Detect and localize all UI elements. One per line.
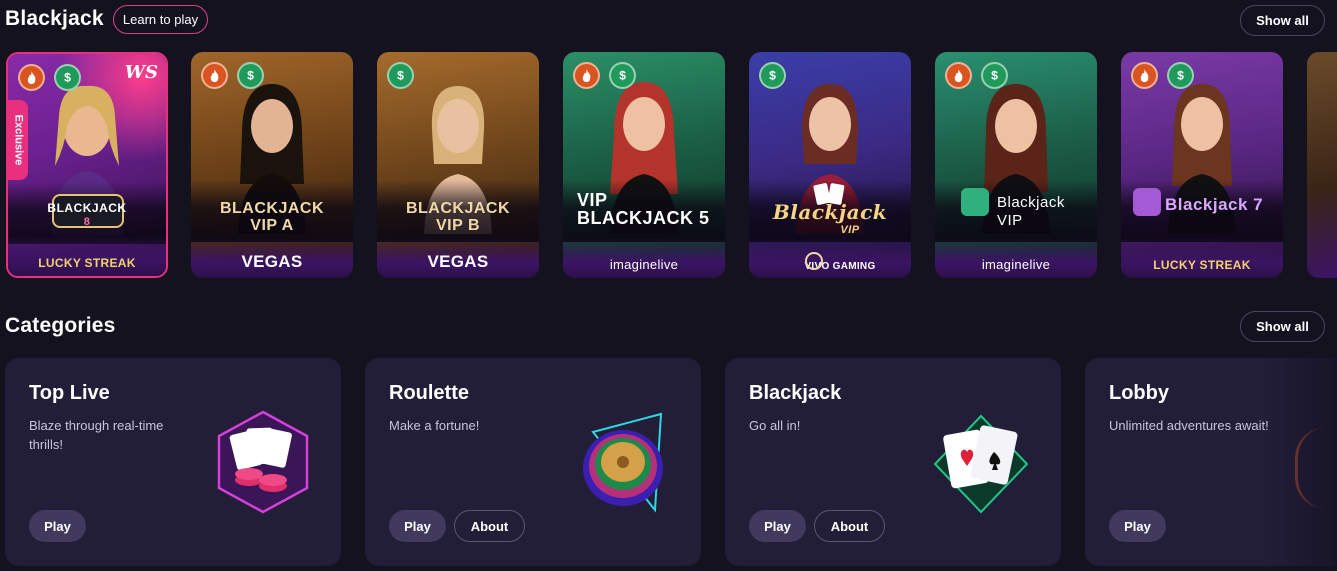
cards-and-chips-icon (217, 410, 309, 514)
about-button[interactable]: About (454, 510, 525, 542)
dollar-icon: $ (54, 64, 81, 91)
game-title: BLACKJACK (219, 200, 325, 217)
game-logo-icon (1133, 188, 1161, 216)
svg-text:$: $ (1177, 69, 1184, 83)
svg-text:$: $ (991, 69, 998, 83)
category-title: Lobby (1109, 382, 1169, 404)
category-description: Go all in! (749, 418, 801, 433)
category-description: Make a fortune! (389, 418, 480, 433)
game-card-partial[interactable] (1307, 52, 1337, 278)
game-title-sub: VIP A (250, 217, 294, 234)
game-card[interactable]: $ BLACKJACK VIP B VEGAS (377, 52, 539, 278)
fire-icon (18, 64, 45, 91)
category-card-top-live[interactable]: Top Live Blaze through real-time thrills… (5, 358, 341, 566)
game-card[interactable]: $ Blackjack VIP VIVO GAMING (749, 52, 911, 278)
category-title: Roulette (389, 382, 469, 404)
category-description: Blaze through real-time thrills! (29, 418, 164, 452)
svg-text:$: $ (247, 69, 254, 83)
playing-cards-icon (933, 414, 1029, 514)
dollar-icon: $ (237, 62, 264, 89)
play-button[interactable]: Play (29, 510, 86, 542)
provider-label: imaginelive (609, 257, 679, 272)
category-card-blackjack[interactable]: Blackjack Go all in! Play About (725, 358, 1061, 566)
category-card-lobby[interactable]: Lobby Unlimited adventures await! Play (1085, 358, 1337, 566)
game-card[interactable]: $ BLACKJACK VIP A VEGAS (191, 52, 353, 278)
provider-label: VEGAS (427, 252, 489, 271)
game-card[interactable]: $ Blackjack VIP imaginelive (935, 52, 1097, 278)
roulette-wheel-icon (583, 412, 663, 513)
game-title: VIP (577, 190, 608, 210)
categories-show-all-button[interactable]: Show all (1240, 311, 1325, 342)
category-card-roulette[interactable]: Roulette Make a fortune! Play About (365, 358, 701, 566)
fire-icon (945, 62, 972, 89)
game-title-sub: VIP (840, 224, 860, 236)
vivo-logo-icon (805, 252, 823, 270)
provider-label: imaginelive (981, 257, 1051, 272)
play-button[interactable]: Play (1109, 510, 1166, 542)
game-title: Blackjack 7 (1165, 195, 1264, 214)
game-carousel: Exclusive WS $ BLACKJACK 8 LUCKY STREAK … (0, 52, 1337, 278)
learn-to-play-button[interactable]: Learn to play (113, 5, 208, 34)
game-title-sub: 8 (83, 216, 91, 228)
provider-label: LUCKY STREAK (38, 256, 136, 270)
fire-icon (573, 62, 600, 89)
blackjack-show-all-button[interactable]: Show all (1240, 5, 1325, 36)
game-title-sub: BLACKJACK 5 (577, 208, 710, 228)
category-title: Blackjack (749, 382, 842, 404)
game-card[interactable]: Exclusive WS $ BLACKJACK 8 LUCKY STREAK (6, 52, 168, 278)
dollar-icon: $ (1167, 62, 1194, 89)
lobby-art-icon (1295, 428, 1335, 508)
dollar-icon: $ (609, 62, 636, 89)
about-button[interactable]: About (814, 510, 885, 542)
exclusive-tag: Exclusive (8, 100, 28, 180)
fire-icon (201, 62, 228, 89)
provider-label: VIVO GAMING (804, 261, 876, 272)
dollar-icon: $ (981, 62, 1008, 89)
play-button[interactable]: Play (389, 510, 446, 542)
game-card[interactable]: $ VIP BLACKJACK 5 imaginelive (563, 52, 725, 278)
svg-text:$: $ (619, 69, 626, 83)
game-title-sub: VIP B (436, 217, 480, 234)
game-title: Blackjack (997, 194, 1065, 211)
play-button[interactable]: Play (749, 510, 806, 542)
svg-text:$: $ (64, 71, 71, 85)
game-card[interactable]: $ Blackjack 7 LUCKY STREAK (1121, 52, 1283, 278)
categories-section-title: Categories (5, 314, 116, 337)
svg-text:$: $ (397, 69, 404, 83)
provider-logo-ws: WS (124, 62, 158, 83)
category-description: Unlimited adventures await! (1109, 418, 1269, 433)
fire-icon (1131, 62, 1158, 89)
game-title: Blackjack (772, 200, 888, 224)
provider-label: VEGAS (241, 252, 303, 271)
game-logo-icon (961, 188, 989, 216)
provider-label: LUCKY STREAK (1153, 258, 1251, 272)
game-title-sub: VIP (997, 212, 1023, 229)
category-title: Top Live (29, 382, 110, 404)
svg-text:$: $ (769, 69, 776, 83)
blackjack-section-title: Blackjack (5, 7, 104, 30)
dollar-icon: $ (759, 62, 786, 89)
dollar-icon: $ (387, 62, 414, 89)
game-title: BLACKJACK (405, 200, 511, 217)
